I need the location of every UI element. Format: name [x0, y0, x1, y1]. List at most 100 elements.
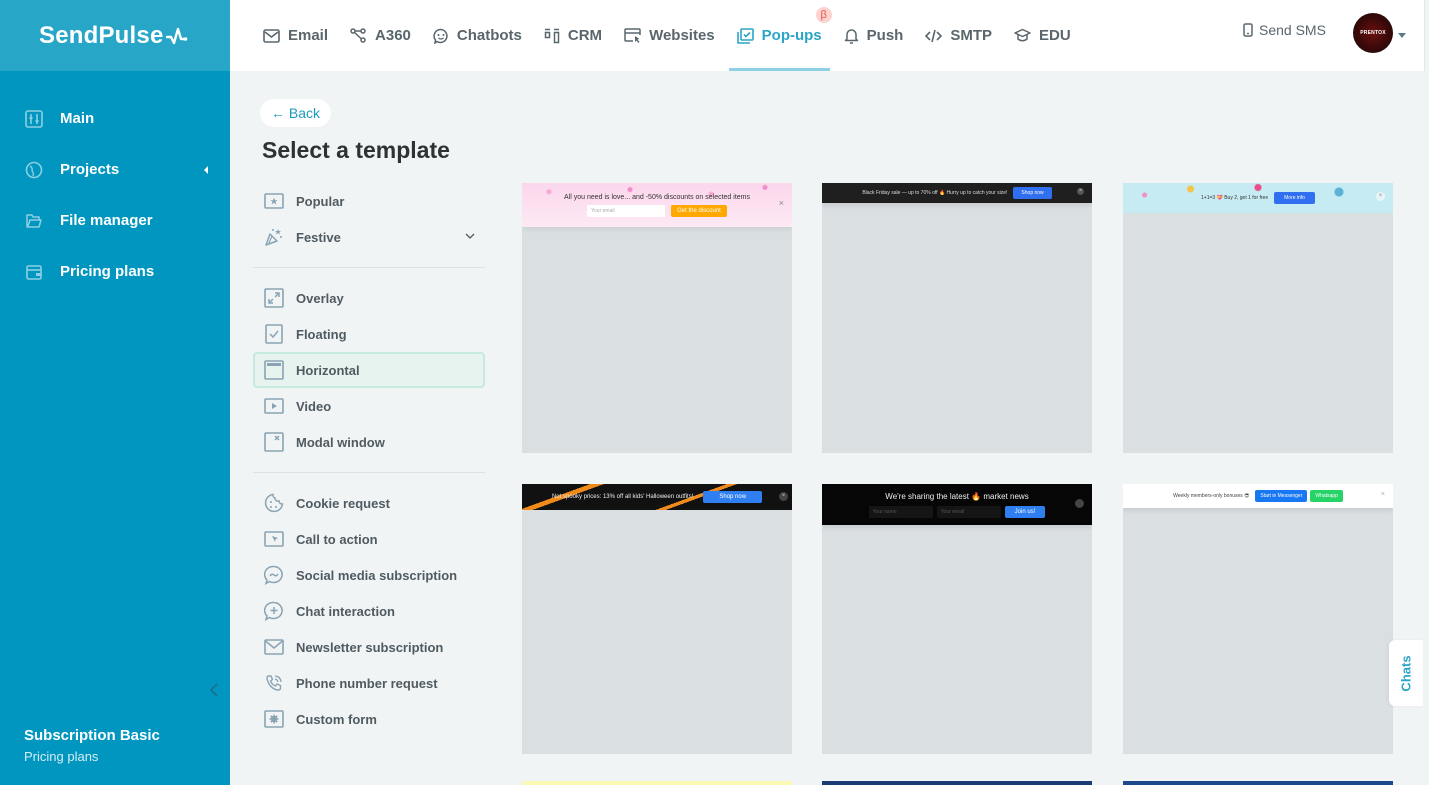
tab-label: EDU: [1039, 27, 1071, 44]
sidebar-item-main[interactable]: Main: [0, 93, 230, 144]
sidebar-item-label: Pricing plans: [60, 263, 155, 280]
template-card[interactable]: 1+1=3 💝 Buy 2, get 1 for free More info …: [1123, 183, 1393, 453]
category-label: Video: [296, 398, 332, 414]
graduation-cap-icon: [1014, 28, 1031, 42]
phone-call-icon: [266, 675, 282, 691]
cookie-icon: [264, 493, 284, 513]
category-label: Newsletter subscription: [296, 639, 444, 655]
subscription-plan[interactable]: Subscription Basic Pricing plans: [24, 727, 160, 764]
category-chat-interaction[interactable]: Chat interaction: [253, 593, 485, 629]
category-label: Overlay: [296, 290, 344, 306]
send-sms-button[interactable]: Send SMS: [1243, 22, 1326, 38]
category-label: Custom form: [296, 711, 377, 727]
sidebar-item-file-manager[interactable]: File manager: [0, 195, 230, 246]
banner-text: All you need is love... and -50% discoun…: [564, 193, 750, 201]
party-popper-icon: [265, 229, 282, 246]
avatar[interactable]: PRENTOX: [1353, 13, 1393, 53]
tab-label: Pop-ups: [761, 27, 822, 44]
banner-button: Join us!: [1004, 505, 1046, 518]
template-card[interactable]: Black Friday sale — up to 70% off 🔥 Hurr…: [822, 183, 1092, 453]
tab-push[interactable]: Push: [844, 0, 903, 71]
category-phone-number-request[interactable]: Phone number request: [253, 665, 485, 701]
back-button[interactable]: ← Back: [260, 99, 332, 127]
category-label: Chat interaction: [296, 603, 395, 619]
template-banner: Not spooky prices: 13% off all kids' Hal…: [522, 484, 792, 510]
tab-websites[interactable]: Websites: [624, 0, 715, 71]
sidebar-item-projects[interactable]: Projects: [0, 144, 230, 195]
tab-smtp[interactable]: SMTP: [925, 0, 992, 71]
close-icon: ×: [1380, 491, 1385, 498]
logo-area: SendPulse: [0, 0, 230, 71]
category-label: Modal window: [296, 434, 385, 450]
tab-chatbots[interactable]: Chatbots: [433, 0, 522, 71]
banner-name-input: Your name: [868, 505, 933, 518]
caret-down-icon[interactable]: [1398, 33, 1406, 38]
divider: [253, 472, 485, 473]
top-nav: Email A360 Chatbots CRM Websites Pop-ups…: [263, 0, 1093, 71]
folder-icon: [26, 213, 42, 228]
gear-icon: [264, 710, 284, 728]
avatar-text: PRENTOX: [1360, 30, 1386, 36]
template-categories: Popular Festive Overlay Floating Horizon…: [253, 183, 485, 737]
category-label: Phone number request: [296, 675, 438, 691]
category-video[interactable]: Video: [253, 388, 485, 424]
category-social-media-subscription[interactable]: Social media subscription: [253, 557, 485, 593]
category-label: Cookie request: [296, 495, 390, 511]
category-popular[interactable]: Popular: [253, 183, 485, 219]
template-card[interactable]: All you need is love... and -50% discoun…: [522, 183, 792, 453]
category-floating[interactable]: Floating: [253, 316, 485, 352]
chats-tab[interactable]: Chats: [1389, 640, 1423, 706]
chevron-left-icon: [209, 683, 218, 697]
tab-label: SMTP: [950, 27, 993, 44]
sidebar-item-pricing-plans[interactable]: Pricing plans: [0, 246, 230, 297]
category-cookie-request[interactable]: Cookie request: [253, 485, 485, 521]
template-banner: We're sharing the latest 🔥 market news Y…: [822, 484, 1092, 525]
category-call-to-action[interactable]: Call to action: [253, 521, 485, 557]
envelope-icon: [264, 639, 284, 655]
close-icon: [1075, 499, 1084, 508]
close-icon: ×: [778, 198, 784, 208]
template-banner: Black Friday sale — up to 70% off 🔥 Hurr…: [822, 183, 1092, 203]
tab-a360[interactable]: A360: [350, 0, 411, 71]
modal-close-icon: [264, 432, 284, 452]
tab-email[interactable]: Email: [263, 0, 328, 71]
tab-edu[interactable]: EDU: [1014, 0, 1071, 71]
sliders-icon: [25, 109, 43, 128]
category-custom-form[interactable]: Custom form: [253, 701, 485, 737]
category-newsletter-subscription[interactable]: Newsletter subscription: [253, 629, 485, 665]
chats-label: Chats: [1398, 654, 1414, 692]
template-card[interactable]: We're sharing the latest 🔥 market news Y…: [822, 484, 1092, 754]
template-banner: All you need is love... and -50% discoun…: [522, 183, 792, 227]
banner-button: More info: [1274, 192, 1315, 204]
category-horizontal[interactable]: Horizontal: [253, 352, 485, 388]
tab-crm[interactable]: CRM: [544, 0, 602, 71]
category-festive[interactable]: Festive: [253, 219, 485, 255]
flow-icon: [350, 28, 366, 43]
template-card-peek[interactable]: [522, 781, 792, 785]
banner-text: Weekly members-only bonuses 😎: [1173, 493, 1250, 499]
page-title: Select a template: [262, 137, 450, 163]
category-label: Popular: [296, 193, 345, 209]
template-card[interactable]: Weekly members-only bonuses 😎 Start in M…: [1123, 484, 1393, 754]
template-card-peek[interactable]: [822, 781, 1092, 785]
category-overlay[interactable]: Overlay: [253, 280, 485, 316]
expand-arrow-icon[interactable]: [204, 165, 208, 174]
horizontal-banner-icon: [264, 360, 284, 380]
pulse-icon: [165, 27, 187, 44]
category-modal-window[interactable]: Modal window: [253, 424, 485, 460]
logo[interactable]: SendPulse: [39, 22, 188, 50]
star-icon: [264, 193, 284, 209]
collapse-sidebar-button[interactable]: [204, 680, 224, 700]
plan-subtitle[interactable]: Pricing plans: [24, 749, 160, 764]
template-card-peek[interactable]: [1123, 781, 1393, 785]
category-label: Horizontal: [296, 362, 360, 378]
tab-label: Chatbots: [456, 27, 522, 44]
template-card[interactable]: Not spooky prices: 13% off all kids' Hal…: [522, 484, 792, 754]
template-banner: Weekly members-only bonuses 😎 Start in M…: [1123, 484, 1393, 508]
tab-pop-ups[interactable]: Pop-ups β: [728, 0, 832, 71]
chevron-down-icon[interactable]: [465, 233, 475, 240]
messenger-icon: [264, 565, 283, 585]
banner-text: Black Friday sale — up to 70% off 🔥 Hurr…: [862, 190, 1008, 196]
tab-label: A360: [375, 27, 411, 44]
close-icon: ×: [1077, 188, 1084, 195]
